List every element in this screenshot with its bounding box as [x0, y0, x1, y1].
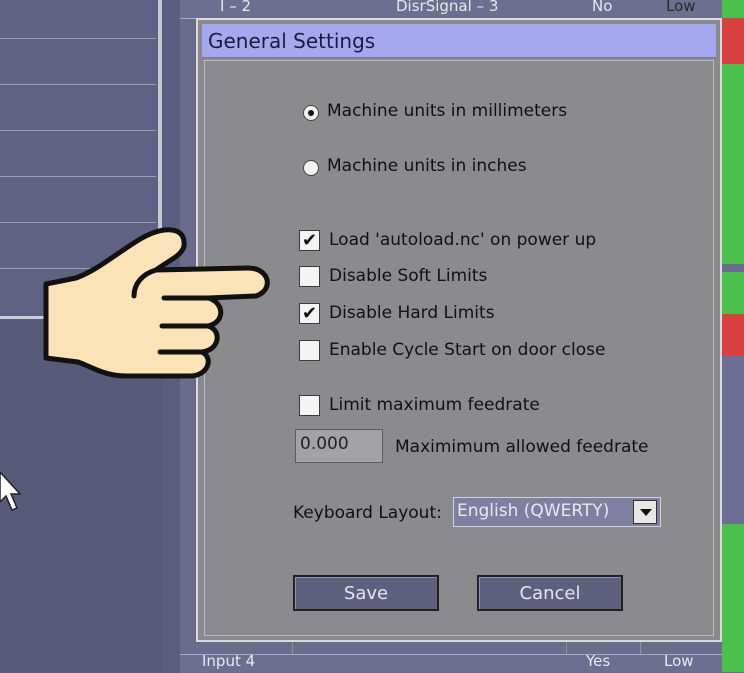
background-row-line: [0, 130, 156, 131]
radio-selected-dot: [308, 110, 314, 116]
cancel-button[interactable]: Cancel: [477, 575, 623, 611]
max-feedrate-label: Maximimum allowed feedrate: [395, 437, 649, 457]
table-cell: Yes: [586, 652, 611, 670]
pointing-hand-icon: [43, 227, 270, 379]
units-mm-radio[interactable]: [303, 105, 319, 121]
background-row-line: [0, 84, 156, 85]
table-cell: DisrSignal – 3: [396, 0, 499, 15]
status-indicator: [722, 18, 744, 64]
table-cell: Low: [666, 0, 696, 15]
limit-feedrate-checkbox[interactable]: [299, 395, 320, 416]
max-feedrate-input[interactable]: 0.000: [295, 429, 383, 463]
dropdown-arrow-icon[interactable]: [633, 500, 657, 524]
units-inch-label[interactable]: Machine units in inches: [327, 156, 527, 176]
keyboard-layout-value: English (QWERTY): [457, 501, 610, 521]
disable-hard-limits-checkbox[interactable]: ✔: [299, 303, 320, 324]
units-inch-radio[interactable]: [303, 160, 319, 176]
cycle-start-door-checkbox[interactable]: [299, 340, 320, 361]
disable-hard-limits-label[interactable]: Disable Hard Limits: [329, 303, 495, 323]
status-indicator: [722, 524, 744, 654]
table-cell: No: [592, 0, 613, 15]
status-indicator: [722, 0, 744, 18]
mouse-cursor-icon: [0, 472, 22, 511]
table-cell: Low: [664, 652, 694, 670]
units-mm-label[interactable]: Machine units in millimeters: [327, 101, 567, 121]
table-cell: I – 2: [220, 0, 252, 15]
keyboard-layout-label: Keyboard Layout:: [293, 503, 442, 523]
limit-feedrate-label[interactable]: Limit maximum feedrate: [329, 395, 540, 415]
save-button[interactable]: Save: [293, 575, 439, 611]
autoload-label[interactable]: Load 'autoload.nc' on power up: [329, 230, 596, 250]
disable-soft-limits-label[interactable]: Disable Soft Limits: [329, 266, 487, 286]
keyboard-layout-select[interactable]: English (QWERTY): [453, 497, 661, 527]
status-indicator: [722, 356, 744, 524]
status-indicator: [722, 654, 744, 672]
autoload-checkbox[interactable]: ✔: [299, 230, 320, 251]
status-indicator: [722, 272, 744, 314]
status-indicator: [722, 314, 744, 356]
background-row-line: [0, 38, 156, 39]
background-table-row: I – 2 DisrSignal – 3 No Low: [180, 0, 744, 19]
status-indicator: [722, 64, 744, 264]
dialog-title[interactable]: General Settings: [202, 24, 716, 58]
disable-soft-limits-checkbox[interactable]: [299, 266, 320, 287]
background-table-row: Input 4 Yes Low: [180, 652, 744, 673]
table-cell: Input 4: [202, 652, 256, 670]
background-row-line: [0, 176, 156, 177]
cycle-start-door-label[interactable]: Enable Cycle Start on door close: [329, 340, 605, 360]
dialog-body: Machine units in millimeters Machine uni…: [204, 60, 714, 636]
